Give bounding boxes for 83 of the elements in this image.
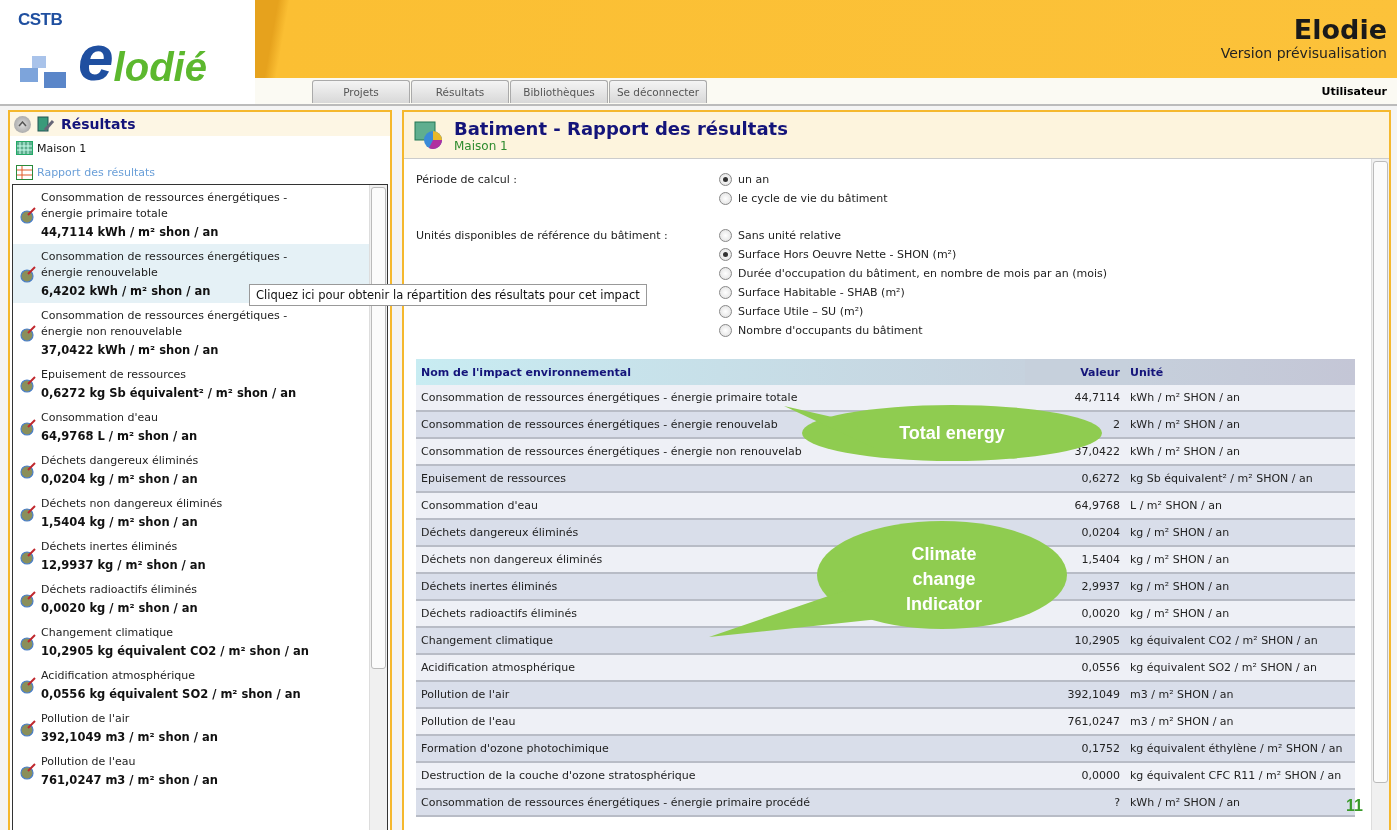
impact-name: Déchets non dangereux éliminés [41,496,224,512]
impact-name: Consommation de ressources énergétiques - énergie non renouvelab [421,445,802,458]
table-cell: 37,0422 [1025,438,1125,465]
table-cell: kg équivalent SO2 / m² SHON / an [1125,654,1355,681]
table-cell: m3 / m² SHON / an [1125,681,1355,708]
table-cell: kg / m² SHON / an [1125,600,1355,627]
table-cell: kg équivalent CFC R11 / m² SHON / an [1125,762,1355,789]
table-cell: kg / m² SHON / an [1125,546,1355,573]
impact-value: 0,0204 kg / m² shon / an [41,472,198,486]
table-cell: m3 / m² SHON / an [1125,708,1355,735]
impact-name: Destruction de la couche d'ozone stratosphérique [421,769,696,782]
impact-name: Acidification atmosphérique [421,661,575,674]
impact-name: Déchets radioactifs éliminés [421,607,577,620]
impact-name: Consommation de ressources énergétiques - énergie primaire totale [41,190,289,222]
impact-name: Pollution de l'eau [421,715,516,728]
impact-name: Consommation de ressources énergétiques - énergie non renouvelable [41,308,289,340]
impact-name: Formation d'ozone photochimique [421,742,609,755]
impact-name: Déchets dangereux éliminés [41,453,200,469]
table-cell: kWh / m² SHON / an [1125,411,1355,438]
impact-value: 64,9768 L / m² shon / an [41,429,198,443]
impact-name: Consommation d'eau [421,499,539,512]
table-cell: kg équivalent CO2 / m² SHON / an [1125,627,1355,654]
table-cell: 0,0000 [1025,762,1125,789]
logo: CSTB elodié [18,10,207,90]
column-header: Nom de l'impact environnemental [416,359,1025,385]
table-cell: kg / m² SHON / an [1125,519,1355,546]
table-cell: kg / m² SHON / an [1125,573,1355,600]
table-cell: 0,1752 [1025,735,1125,762]
impact-name: Déchets inertes éliminés [41,539,179,555]
impact-value: 761,0247 m3 / m² shon / an [41,773,218,787]
table-cell: 44,7114 [1025,385,1125,411]
impact-value: 0,0020 kg / m² shon / an [41,601,198,615]
table-cell: ? [1025,789,1125,816]
impact-value: 37,0422 kWh / m² shon / an [41,343,219,357]
impact-name: Pollution de l'air [421,688,510,701]
app-title: Elodie [1293,14,1387,45]
table-cell: 0,6272 [1025,465,1125,492]
table-cell: kg équivalent éthylène / m² SHON / an [1125,735,1355,762]
impact-value: 0,6272 kg Sb équivalent² / m² shon / an [41,386,297,400]
impact-name: Déchets dangereux éliminés [421,526,579,539]
table-cell: kWh / m² SHON / an [1125,438,1355,465]
user-label: Utilisateur [1321,84,1387,98]
impact-value: 12,9937 kg / m² shon / an [41,558,206,572]
impact-name: Consommation de ressources énergétiques - énergie renouvelab [421,418,778,431]
impact-name: Changement climatique [421,634,554,647]
impact-name: Pollution de l'air [41,711,131,727]
impact-name: Consommation de ressources énergétiques - énergie renouvelable [41,249,289,281]
impact-name: Déchets non dangereux éliminés [421,553,603,566]
table-cell: kg Sb équivalent² / m² SHON / an [1125,465,1355,492]
impact-name: Consommation de ressources énergétiques - énergie primaire totale [421,391,798,404]
impact-name: Acidification atmosphérique [41,668,196,684]
impact-name: Consommation d'eau [41,410,160,426]
impact-name: Déchets inertes éliminés [421,580,558,593]
table-cell: 64,9768 [1025,492,1125,519]
tooltip: Cliquez ici pour obtenir la répartition des résultats pour cet impact [249,284,647,306]
impact-name: Pollution de l'eau [41,754,137,770]
impact-value: 6,4202 kWh / m² shon / an [41,284,211,298]
table-cell: 2 [1025,411,1125,438]
table-cell: 392,1049 [1025,681,1125,708]
page-subtitle: Maison 1 [454,138,509,153]
impact-name: Epuisement de ressources [41,367,187,383]
field-label: Unités disponibles de référence du bâtiment : [416,228,669,242]
impact-value: 10,2905 kg équivalent CO2 / m² shon / an [41,644,309,658]
impact-name: Consommation de ressources énergétiques - énergie primaire procédé [421,796,811,809]
impact-name: Déchets radioactifs éliminés [41,582,198,598]
table-cell: L / m² SHON / an [1125,492,1355,519]
page-number: 11 [1346,797,1363,815]
column-header: Valeur [1025,359,1125,385]
page-title: Batiment - Rapport des résultats [454,117,788,139]
app-subtitle: Version prévisualisation [1220,45,1387,61]
impact-name: Changement climatique [41,625,175,641]
table-cell: 761,0247 [1025,708,1125,735]
callout: Climate change Indicator [709,519,1069,639]
impact-value: 1,5404 kg / m² shon / an [41,515,198,529]
field-label: Période de calcul : [416,172,518,186]
panel-title: Résultats [61,116,136,132]
impact-name: Epuisement de ressources [421,472,566,485]
table-cell: 0,0556 [1025,654,1125,681]
impact-value: 392,1049 m3 / m² shon / an [41,730,218,744]
column-header: Unité [1125,359,1355,385]
impact-value: 44,7114 kWh / m² shon / an [41,225,219,239]
table-cell: kWh / m² SHON / an [1125,385,1355,411]
impact-value: 0,0556 kg équivalent SO2 / m² shon / an [41,687,301,701]
